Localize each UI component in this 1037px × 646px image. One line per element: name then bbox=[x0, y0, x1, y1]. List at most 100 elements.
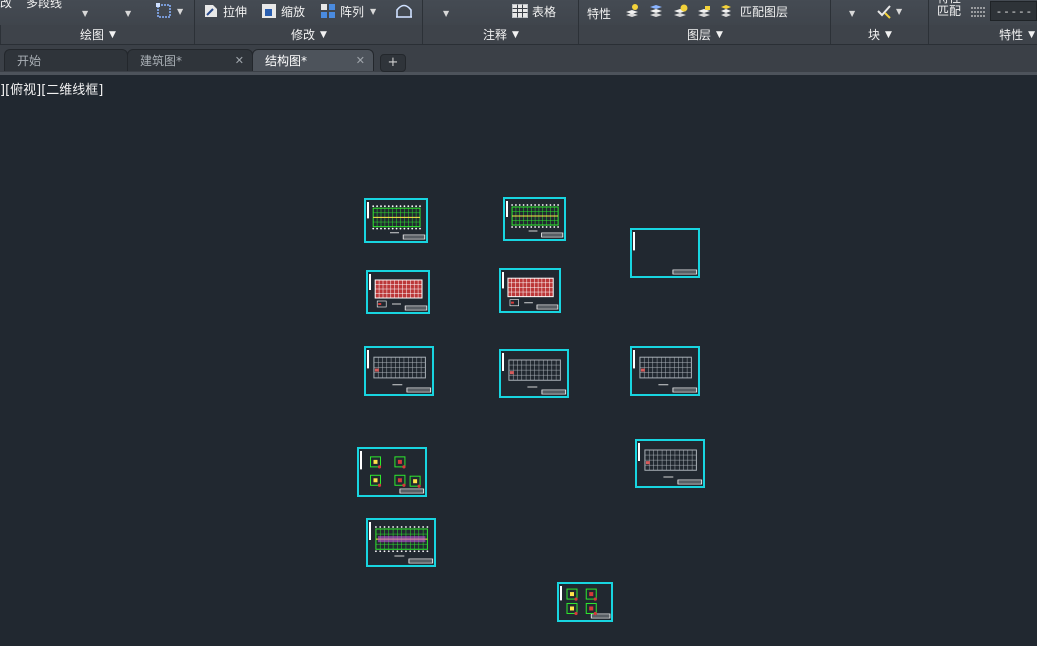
plus-icon: + bbox=[387, 55, 399, 70]
linetype-select[interactable]: - - - - - bbox=[990, 1, 1037, 21]
panel-properties-label: 特性 bbox=[999, 28, 1024, 42]
new-tab-button[interactable]: + bbox=[380, 54, 406, 72]
ribbon-clipped-label-1: 改 bbox=[0, 0, 13, 10]
scale-label: 缩放 bbox=[281, 4, 306, 19]
draw-dropdown-1[interactable]: ▼ bbox=[82, 2, 88, 24]
panel-block[interactable]: 块 ▼ bbox=[830, 25, 929, 44]
tab-architectural-label: 建筑图* bbox=[140, 54, 183, 68]
panel-annotate-label: 注释 bbox=[483, 28, 508, 42]
chevron-down-icon: ▼ bbox=[885, 29, 892, 40]
array-button[interactable]: 阵列 ▼ bbox=[320, 0, 376, 22]
ribbon: 改 多段线 ▼ ▼ ▼ 拉伸 缩放 阵列 ▼ ▼ 表格 特性 匹配图层 ▼ ▼ … bbox=[0, 0, 1037, 45]
drawing-content bbox=[502, 272, 559, 310]
drawing-sheet-3[interactable] bbox=[630, 228, 700, 278]
drawing-sheet-4[interactable] bbox=[366, 270, 430, 314]
drawing-content bbox=[369, 274, 428, 311]
drawing-content bbox=[502, 353, 567, 395]
array-label: 阵列 bbox=[340, 4, 365, 19]
chevron-down-icon: ▼ bbox=[716, 29, 723, 40]
layer-off-icon bbox=[626, 4, 638, 17]
chevron-down-icon: ▼ bbox=[320, 29, 327, 40]
tab-start[interactable]: 开始 bbox=[4, 49, 128, 71]
array-icon bbox=[321, 4, 335, 18]
table-label: 表格 bbox=[532, 4, 557, 19]
drawing-content bbox=[369, 522, 434, 564]
scale-button[interactable]: 缩放 bbox=[261, 0, 305, 22]
file-tab-bar: 开始 建筑图* ✕ 结构图* ✕ + bbox=[0, 45, 1037, 75]
drawing-sheet-12[interactable] bbox=[557, 582, 613, 622]
stretch-icon bbox=[205, 5, 217, 17]
panel-properties[interactable]: 特性 ▼ bbox=[928, 25, 1037, 44]
edit-polyline-button[interactable] bbox=[395, 0, 413, 22]
drawing-sheet-1[interactable] bbox=[364, 198, 428, 243]
panel-block-label: 块 bbox=[868, 28, 881, 42]
drawing-sheet-7[interactable] bbox=[499, 349, 569, 398]
scale-icon bbox=[262, 4, 276, 18]
chevron-down-icon: ▼ bbox=[370, 6, 377, 16]
match-properties-button[interactable]: 特性 匹配 bbox=[937, 0, 961, 18]
chevron-down-icon: ▼ bbox=[896, 6, 903, 16]
layer-tools-group bbox=[624, 0, 732, 22]
drawing-sheet-8[interactable] bbox=[630, 346, 700, 396]
drawing-content bbox=[360, 451, 425, 494]
drawing-sheet-6[interactable] bbox=[364, 346, 434, 396]
tab-architectural[interactable]: 建筑图* ✕ bbox=[127, 49, 253, 71]
polyline-button[interactable]: 多段线 bbox=[26, 0, 62, 13]
drawing-sheet-5[interactable] bbox=[499, 268, 561, 313]
block-edit-icon bbox=[877, 5, 891, 19]
boundary-button[interactable]: ▼ bbox=[155, 0, 183, 22]
chevron-down-icon: ▼ bbox=[443, 8, 450, 18]
drawing-content bbox=[633, 350, 698, 393]
panel-annotate[interactable]: 注释 ▼ bbox=[422, 25, 579, 44]
match-layer-label: 匹配图层 bbox=[740, 4, 789, 19]
layer-lock-icon bbox=[698, 6, 710, 17]
drawing-sheet-2[interactable] bbox=[503, 197, 566, 241]
tab-structural-label: 结构图* bbox=[265, 54, 308, 68]
drawing-content bbox=[560, 586, 611, 619]
ribbon-clipped-item-1[interactable]: 改 bbox=[0, 0, 12, 13]
chevron-down-icon: ▼ bbox=[1028, 29, 1035, 40]
panel-draw[interactable]: 绘图 ▼ bbox=[0, 25, 195, 44]
close-icon[interactable]: ✕ bbox=[356, 50, 365, 72]
table-button[interactable]: 表格 bbox=[512, 0, 556, 22]
stretch-label: 拉伸 bbox=[223, 4, 248, 19]
block-dropdown-1[interactable]: ▼ bbox=[849, 2, 855, 24]
panel-layers-label: 图层 bbox=[687, 28, 712, 42]
match-layer-icon bbox=[721, 5, 731, 17]
layer-properties-button[interactable]: 特性 bbox=[587, 2, 611, 24]
match-layer-button[interactable]: 匹配图层 bbox=[740, 0, 788, 22]
match-properties-label: 匹配 bbox=[937, 4, 962, 18]
drawing-content bbox=[367, 202, 426, 240]
annotate-dropdown[interactable]: ▼ bbox=[443, 2, 449, 24]
chevron-down-icon: ▼ bbox=[177, 6, 184, 16]
drawing-content bbox=[506, 201, 564, 238]
viewport-controls-label: ][俯视][二维线框] bbox=[0, 83, 104, 98]
chevron-down-icon: ▼ bbox=[109, 29, 116, 40]
chevron-down-icon: ▼ bbox=[512, 29, 519, 40]
tab-start-label: 开始 bbox=[17, 54, 42, 68]
layer-tool-icons bbox=[626, 4, 731, 17]
drawing-sheet-11[interactable] bbox=[366, 518, 436, 567]
drawing-content bbox=[367, 350, 432, 393]
draw-dropdown-2[interactable]: ▼ bbox=[125, 2, 131, 24]
drawing-sheet-9[interactable] bbox=[357, 447, 427, 497]
polyline-label: 多段线 bbox=[26, 0, 63, 10]
tab-structural[interactable]: 结构图* ✕ bbox=[252, 49, 374, 71]
edit-polyline-icon bbox=[396, 4, 412, 18]
drawing-content bbox=[638, 443, 703, 485]
drawing-sheet-10[interactable] bbox=[635, 439, 705, 488]
viewport-controls[interactable]: ][俯视][二维线框] bbox=[0, 79, 103, 98]
layer-freeze-icon bbox=[674, 4, 688, 17]
linetype-value: - - - - - bbox=[997, 4, 1031, 18]
panel-modify-label: 修改 bbox=[291, 28, 316, 42]
block-editor-button[interactable]: ▼ bbox=[876, 0, 902, 22]
close-icon[interactable]: ✕ bbox=[235, 50, 244, 72]
ribbon-tools: 改 多段线 ▼ ▼ ▼ 拉伸 缩放 阵列 ▼ ▼ 表格 特性 匹配图层 ▼ ▼ … bbox=[0, 0, 1037, 26]
stretch-button[interactable]: 拉伸 bbox=[203, 0, 247, 22]
chevron-down-icon: ▼ bbox=[849, 8, 856, 18]
panel-modify[interactable]: 修改 ▼ bbox=[194, 25, 423, 44]
panel-layers[interactable]: 图层 ▼ bbox=[578, 25, 831, 44]
layer-isolate-icon bbox=[650, 5, 662, 17]
lineweight-icon bbox=[970, 1, 986, 23]
drawing-content bbox=[633, 232, 698, 275]
